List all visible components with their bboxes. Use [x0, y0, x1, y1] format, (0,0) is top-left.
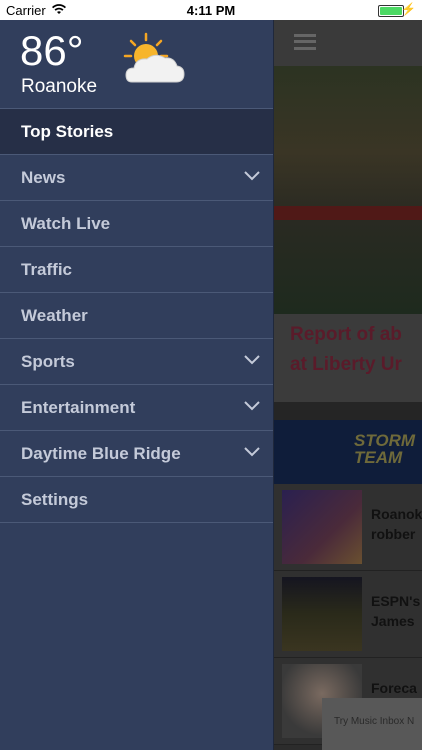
menu-item-settings[interactable]: Settings	[0, 477, 273, 523]
background-nav-bar	[274, 20, 422, 66]
story-thumbnail	[282, 490, 362, 564]
story-item[interactable]: Roanok robber	[274, 484, 422, 571]
status-bar: Carrier 4:11 PM ⚡	[0, 0, 422, 20]
hero-headline[interactable]: Report of ab at Liberty Ur	[274, 314, 422, 402]
chevron-down-icon[interactable]	[243, 446, 261, 458]
menu-item-news[interactable]: News	[0, 155, 273, 201]
storm-team-logo: STORM TEAM	[354, 431, 416, 467]
status-time: 4:11 PM	[186, 3, 236, 18]
partly-cloudy-icon	[122, 32, 186, 88]
weather-header[interactable]: 86° Roanoke	[0, 20, 273, 108]
chevron-down-icon[interactable]	[243, 354, 261, 366]
menu-item-daytime-blue-ridge[interactable]: Daytime Blue Ridge	[0, 431, 273, 477]
menu-item-entertainment[interactable]: Entertainment	[0, 385, 273, 431]
story-item[interactable]: ESPN's James	[274, 571, 422, 658]
menu-item-watch-live[interactable]: Watch Live	[0, 201, 273, 247]
background-app-content[interactable]: Report of ab at Liberty Ur STORM TEAM Ro…	[274, 20, 422, 750]
hamburger-menu-icon[interactable]	[294, 34, 316, 50]
storm-team-banner[interactable]: STORM TEAM	[274, 420, 422, 484]
city-name: Roanoke	[21, 76, 98, 97]
story-thumbnail	[282, 577, 362, 651]
hero-image[interactable]	[274, 66, 422, 314]
side-drawer: 86° Roanoke Top Stories News Watch Live …	[0, 20, 274, 750]
menu-item-weather[interactable]: Weather	[0, 293, 273, 339]
temperature: 86°	[20, 27, 84, 74]
ad-banner[interactable]: Try Music Inbox N	[322, 698, 422, 750]
menu-item-sports[interactable]: Sports	[0, 339, 273, 385]
chevron-down-icon[interactable]	[243, 170, 261, 182]
charging-icon: ⚡	[401, 2, 416, 16]
navigation-menu: Top Stories News Watch Live Traffic Weat…	[0, 108, 273, 523]
menu-item-top-stories[interactable]: Top Stories	[0, 109, 273, 155]
chevron-down-icon[interactable]	[243, 400, 261, 412]
menu-item-traffic[interactable]: Traffic	[0, 247, 273, 293]
